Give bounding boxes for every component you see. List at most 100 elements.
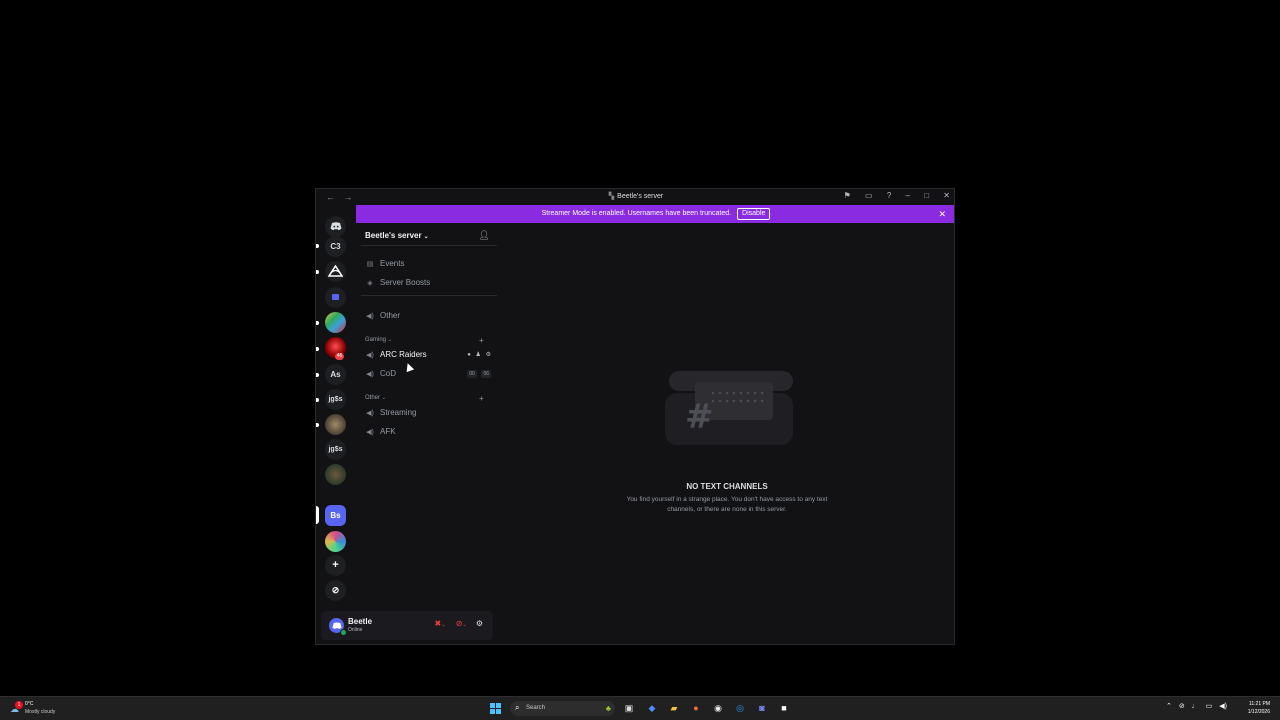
- unread-indicator: [316, 347, 319, 351]
- voice-channel-arc-raiders[interactable]: ◀) ARC Raiders ● ♟ ⚙: [360, 347, 494, 363]
- unread-indicator: [316, 244, 319, 248]
- weather-alert-badge: 1: [15, 701, 23, 709]
- search-icon: ⌕: [515, 703, 520, 712]
- app-icon-blue[interactable]: ◆: [646, 702, 658, 715]
- server-icon-as[interactable]: As: [325, 364, 346, 385]
- gear-icon[interactable]: ⚙: [486, 352, 491, 358]
- clock-time: 11:21 PM: [1248, 701, 1270, 707]
- voice-channel-other[interactable]: ◀) Other: [360, 308, 494, 324]
- chevron-up-icon[interactable]: ⌃: [1166, 703, 1172, 710]
- server-list: C3 46 As jg$s jg$s Bs + ⊘: [316, 205, 356, 644]
- chevron-down-icon[interactable]: ⌄: [441, 622, 445, 628]
- server-icon-bs[interactable]: Bs: [325, 505, 346, 526]
- inbox-icon[interactable]: ▭: [865, 191, 873, 200]
- category-gaming[interactable]: Gaming ⌄ +: [365, 336, 484, 345]
- user-count: 00: [467, 370, 477, 378]
- voice-channel-cod[interactable]: ◀) CoD 00 06: [360, 366, 494, 382]
- discover-compass-icon[interactable]: ⊘: [325, 580, 346, 601]
- task-view-icon[interactable]: ▣: [623, 702, 635, 715]
- add-server-icon[interactable]: +: [325, 555, 346, 576]
- file-explorer-icon[interactable]: ▰: [668, 702, 680, 715]
- server-name-header[interactable]: Beetle's server ⌄: [365, 231, 429, 240]
- unread-indicator: [316, 423, 319, 427]
- close-banner-icon[interactable]: ✕: [938, 205, 946, 223]
- user-panel: Beetle Online ✖︎⌄ ⊘⌄ ⚙: [321, 611, 493, 640]
- banner-message: Streamer Mode is enabled. Usernames have…: [541, 210, 732, 217]
- weather-condition: Mostly cloudy: [25, 709, 56, 715]
- server-icon-dark[interactable]: [325, 464, 346, 485]
- username: Beetle: [348, 617, 373, 626]
- flag-icon[interactable]: ⚑: [844, 191, 851, 200]
- close-button[interactable]: ✕: [943, 191, 950, 200]
- microphone-icon[interactable]: ♩: [1192, 703, 1199, 710]
- search-placeholder: Search: [526, 705, 546, 711]
- boost-icon: ◈: [367, 280, 373, 287]
- invite-people-icon[interactable]: 👤︎: [479, 230, 490, 241]
- server-folder-icon[interactable]: [325, 287, 346, 308]
- taskbar-search[interactable]: ⌕ Search ♣: [510, 701, 615, 716]
- selected-indicator: [316, 506, 319, 524]
- firefox-icon[interactable]: ●: [690, 702, 702, 715]
- chevron-down-icon: ⌄: [381, 395, 386, 401]
- system-tray[interactable]: ⌃ ⊘ ♩ ▭ ◀): [1166, 702, 1232, 710]
- help-icon[interactable]: ?: [887, 191, 891, 200]
- speaker-icon: ◀): [366, 429, 374, 436]
- unread-indicator: [316, 373, 319, 377]
- app-icon-dark[interactable]: ◉: [712, 702, 724, 715]
- server-icon-photo[interactable]: [325, 414, 346, 435]
- discord-home-icon[interactable]: [325, 216, 346, 237]
- speaker-icon: ◀): [366, 410, 374, 417]
- network-icon[interactable]: ⊘: [1179, 703, 1185, 710]
- divider: [361, 295, 497, 296]
- empty-state-title: NO TEXT CHANNELS: [686, 482, 768, 491]
- calendar-icon: ▤: [366, 261, 374, 268]
- streamer-mode-banner: Streamer Mode is enabled. Usernames have…: [356, 205, 954, 223]
- volume-icon[interactable]: ◀): [1219, 703, 1227, 710]
- unread-indicator: [316, 398, 319, 402]
- start-button-icon[interactable]: [490, 703, 501, 714]
- chevron-down-icon: ⌄: [423, 234, 429, 240]
- server-icon-c3[interactable]: C3: [325, 236, 346, 257]
- server-icon-jgs[interactable]: jg$s: [325, 389, 346, 410]
- clock-date: 1/12/2026: [1247, 709, 1270, 715]
- empty-state-description: You find yourself in a strange place. Yo…: [626, 496, 828, 513]
- category-other[interactable]: Other ⌄ +: [365, 394, 484, 403]
- disable-streamer-mode-button[interactable]: Disable: [737, 208, 771, 220]
- search-highlight-icon: ♣: [605, 704, 611, 713]
- user-settings-gear-icon[interactable]: ⚙: [476, 619, 483, 628]
- invite-icon[interactable]: ♟: [476, 352, 481, 358]
- server-boosts-item[interactable]: ◈ Server Boosts: [360, 275, 494, 291]
- events-item[interactable]: ▤ Events: [360, 256, 494, 272]
- speaker-icon: ◀): [366, 313, 374, 320]
- chat-bubble-icon[interactable]: ●: [467, 352, 471, 358]
- add-channel-icon[interactable]: +: [479, 336, 484, 345]
- app-icon-ring[interactable]: ◎: [734, 702, 746, 715]
- monitor-icon[interactable]: ▭: [1206, 703, 1213, 710]
- server-icon-jgs-2[interactable]: jg$s: [325, 439, 346, 460]
- server-icon-colorful[interactable]: [325, 531, 346, 552]
- discord-window: ← → ▚ Beetle's server ⚑ ▭ ? – □ ✕ Streame…: [315, 188, 955, 645]
- voice-channel-afk[interactable]: ◀) AFK: [360, 424, 494, 440]
- channel-sidebar: Beetle's server ⌄ 👤︎ ▤ Events ◈ Server Boos…: [356, 223, 498, 644]
- user-status: Online: [348, 627, 363, 633]
- voice-channel-streaming[interactable]: ◀) Streaming: [360, 405, 494, 421]
- unread-indicator: [316, 270, 319, 274]
- add-channel-icon[interactable]: +: [479, 394, 484, 403]
- chevron-down-icon: ⌄: [387, 337, 392, 343]
- svg-text:#: #: [685, 397, 714, 437]
- online-status-dot: [340, 629, 347, 636]
- discord-taskbar-icon[interactable]: ◙: [756, 702, 768, 715]
- taskbar: ☁ 1 0°C Mostly cloudy ⌕ Search ♣ ▣ ◆ ▰ ●…: [0, 696, 1280, 720]
- maximize-button[interactable]: □: [924, 191, 929, 200]
- chevron-down-icon[interactable]: ⌄: [462, 622, 466, 628]
- server-icon-arc[interactable]: [325, 312, 346, 333]
- divider: [361, 245, 497, 246]
- minimize-button[interactable]: –: [906, 191, 910, 200]
- speaker-icon: ◀): [366, 352, 374, 359]
- taskbar-clock[interactable]: 11:21 PM 1/12/2026: [1248, 700, 1270, 716]
- title-bar: ← → ▚ Beetle's server ⚑ ▭ ? – □ ✕: [316, 189, 954, 205]
- server-icon-wings[interactable]: [325, 261, 346, 282]
- speaker-icon: ◀): [366, 371, 374, 378]
- user-limit: 06: [481, 370, 491, 378]
- app-icon-square[interactable]: ■: [778, 702, 790, 715]
